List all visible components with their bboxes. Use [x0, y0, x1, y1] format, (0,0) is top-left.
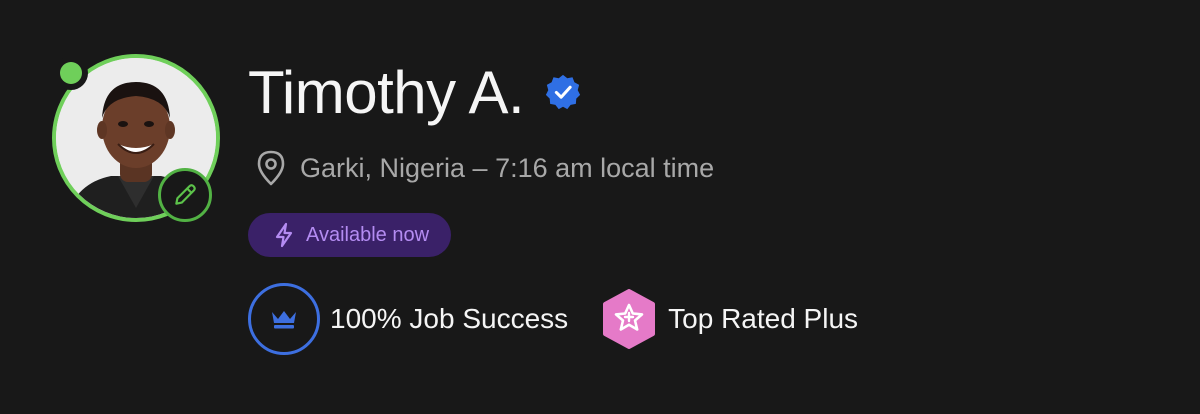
- badges-row: 100% Job Success Top Rated Plus: [248, 282, 858, 356]
- job-success-badge[interactable]: [248, 283, 320, 355]
- location-row: Garki, Nigeria – 7:16 am local time: [256, 146, 714, 190]
- name-row: Timothy A.: [248, 54, 582, 130]
- lightning-bolt-icon: [275, 222, 293, 248]
- star-hexagon-icon[interactable]: [602, 289, 656, 349]
- location-text: Garki, Nigeria – 7:16 am local time: [300, 152, 715, 183]
- verified-check-icon: [544, 73, 582, 111]
- availability-text: Available now: [306, 223, 430, 246]
- map-pin-icon: [257, 150, 285, 186]
- profile-header: Timothy A. Garki, Nigeria – 7:16 am loca…: [0, 0, 1200, 414]
- edit-photo-button[interactable]: [158, 168, 212, 222]
- profile-name: Timothy A.: [248, 58, 525, 126]
- online-status-dot: [54, 56, 88, 90]
- top-rated-text: Top Rated Plus: [668, 303, 859, 334]
- pencil-icon: [175, 184, 196, 205]
- job-success-text: 100% Job Success: [330, 303, 569, 334]
- avatar-container: [52, 54, 220, 222]
- availability-badge[interactable]: Available now: [248, 213, 452, 257]
- crown-icon: [272, 311, 296, 329]
